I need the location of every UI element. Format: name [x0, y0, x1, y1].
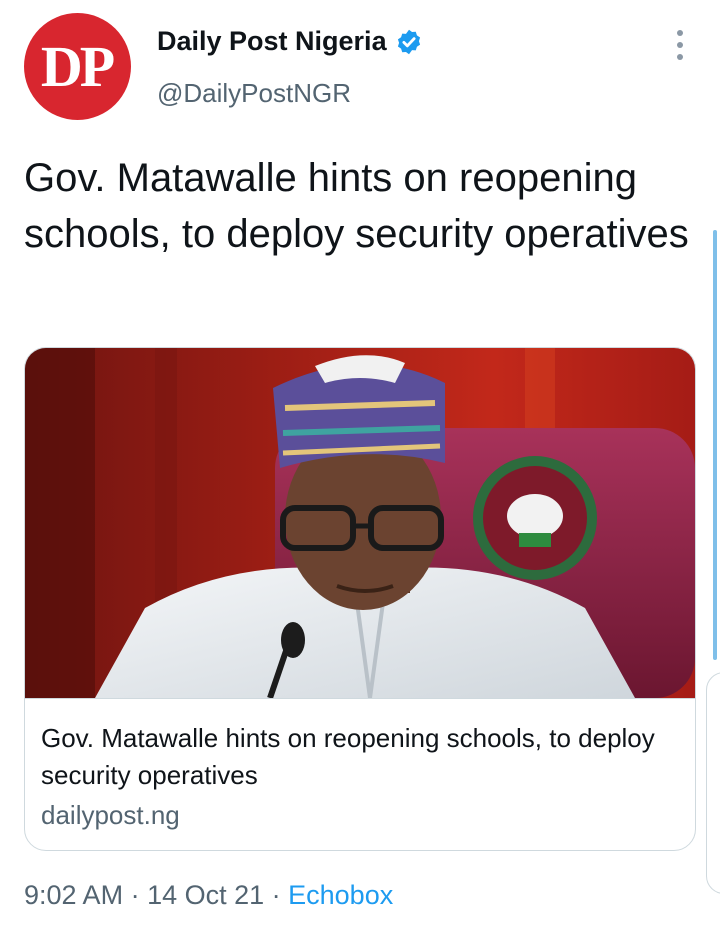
tweet-metadata: 9:02 AM · 14 Oct 21 · Echobox: [24, 880, 393, 911]
more-dot: [677, 30, 683, 36]
tweet-source-link[interactable]: Echobox: [288, 880, 393, 910]
more-dot: [677, 42, 683, 48]
tweet-text: Gov. Matawalle hints on reopening school…: [24, 156, 689, 256]
account-handle[interactable]: @DailyPostNGR: [157, 78, 351, 109]
news-photo-image[interactable]: [25, 348, 695, 699]
more-dot: [677, 54, 683, 60]
meta-separator: ·: [264, 880, 289, 910]
card-title[interactable]: Gov. Matawalle hints on reopening school…: [41, 720, 681, 794]
tweet-date[interactable]: 14 Oct 21: [147, 880, 264, 910]
tweet: DP Daily Post Nigeria @DailyPostNGR Gov.…: [0, 0, 720, 930]
verified-badge-icon: [397, 29, 420, 54]
adjacent-card-edge: [706, 672, 720, 894]
card-domain: dailypost.ng: [41, 800, 180, 830]
scrollbar[interactable]: [713, 230, 717, 660]
avatar[interactable]: DP: [24, 13, 131, 120]
tweet-time[interactable]: 9:02 AM: [24, 880, 123, 910]
meta-separator: ·: [123, 880, 148, 910]
display-name[interactable]: Daily Post Nigeria: [157, 26, 387, 57]
avatar-logo-text: DP: [40, 34, 115, 99]
more-options-icon[interactable]: [668, 30, 692, 60]
link-preview-card[interactable]: Gov. Matawalle hints on reopening school…: [24, 347, 696, 851]
account-name-row: Daily Post Nigeria: [157, 26, 423, 57]
